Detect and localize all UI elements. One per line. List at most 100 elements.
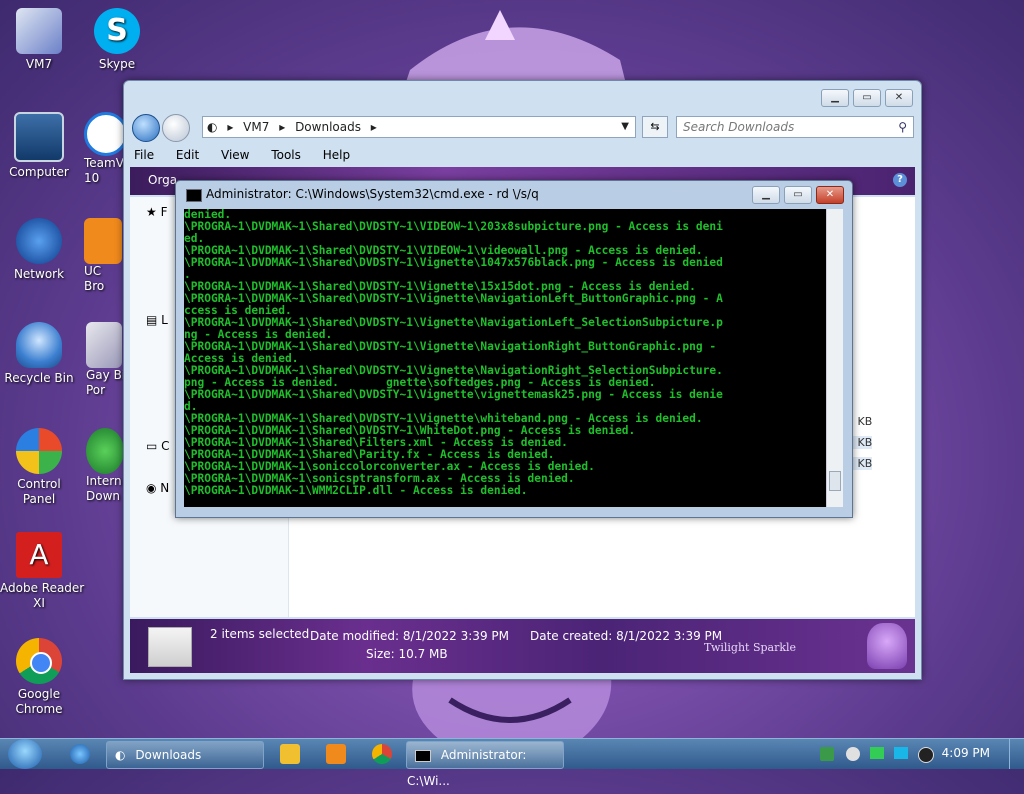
desktop-icon-uc-browser[interactable]: UC Bro <box>84 218 124 294</box>
taskbar-button-downloads[interactable]: ◐ Downloads <box>106 741 264 769</box>
cmd-title: Administrator: C:\Windows\System32\cmd.e… <box>206 187 539 201</box>
taskbar: ◐ Downloads Administrator: C:\Wi... 4:09… <box>0 738 1024 788</box>
adobe-reader-icon: A <box>16 532 62 578</box>
date-modified: Date modified: 8/1/2022 3:39 PM <box>310 629 509 643</box>
organize-button[interactable]: Orga <box>148 173 177 187</box>
close-button[interactable]: ✕ <box>885 89 913 107</box>
size-label: Size: <box>366 647 395 661</box>
desktop-icon-label: Google Chrome <box>15 687 63 716</box>
desktop-icon-label: Gay Bi Por <box>86 368 126 397</box>
scroll-thumb[interactable] <box>829 471 841 491</box>
console-output[interactable]: denied. \PROGRA~1\DVDMAK~1\Shared\DVDSTY~… <box>184 209 826 507</box>
nav-item-label: N <box>160 481 170 495</box>
size-value: 10.7 MB <box>398 647 448 661</box>
menu-view[interactable]: View <box>221 148 249 162</box>
taskbar-button-cmd[interactable]: Administrator: C:\Wi... <box>406 741 564 788</box>
console-line: \PROGRA~1\DVDMAK~1\WMM2CLIP.dll - Access… <box>184 484 528 497</box>
desktop-icon-network[interactable]: Network <box>0 218 78 282</box>
internet-download-icon <box>86 428 124 474</box>
clock[interactable]: 4:09 PM <box>942 746 990 760</box>
scrollbar[interactable] <box>826 209 843 507</box>
nav-item-label: C <box>161 439 170 453</box>
date-created: Date created: 8/1/2022 3:39 PM <box>530 629 722 643</box>
tray-volume-icon[interactable] <box>918 747 934 763</box>
desktop-icon-label: Recycle Bin <box>4 371 74 385</box>
desktop-icon-internet-download[interactable]: Intern Down <box>86 428 126 504</box>
nav-item-libraries[interactable]: ▤ L <box>146 313 168 327</box>
breadcrumb-vm7[interactable]: VM7 <box>243 120 269 134</box>
recycle-bin-icon <box>16 322 62 368</box>
back-button[interactable] <box>132 114 160 142</box>
uc-browser-icon[interactable] <box>326 744 346 764</box>
desktop-icon-folder[interactable]: Gay Bi Por <box>86 322 126 398</box>
desktop-icon-vm7[interactable]: VM7 <box>0 8 78 72</box>
maximize-button[interactable]: ▭ <box>853 89 881 107</box>
menu-edit[interactable]: Edit <box>176 148 199 162</box>
help-icon[interactable]: ? <box>893 173 907 187</box>
desktop-icon-label: Control Panel <box>17 477 61 506</box>
forward-button[interactable] <box>162 114 190 142</box>
details-pane: 2 items selected Date modified: 8/1/2022… <box>130 619 915 673</box>
internet-explorer-icon[interactable] <box>70 744 90 764</box>
tray-network-icon[interactable] <box>820 747 834 761</box>
console-line: \PROGRA~1\DVDMAK~1\Shared\DVDSTY~1\VIDEO… <box>184 220 723 233</box>
show-desktop-button[interactable] <box>1009 739 1024 769</box>
nav-item-favorites[interactable]: ★ F <box>146 205 167 219</box>
media-player-icon[interactable] <box>280 744 300 764</box>
cmd-window[interactable]: Administrator: C:\Windows\System32\cmd.e… <box>175 180 853 518</box>
tray-monitor-icon[interactable] <box>894 747 908 759</box>
console-line: \PROGRA~1\DVDMAK~1\Shared\DVDSTY~1\Vigne… <box>184 256 723 269</box>
breadcrumb-downloads[interactable]: Downloads <box>295 120 361 134</box>
date-created-label: Date created: <box>530 629 613 643</box>
desktop-icon-label: Adobe Reader XI <box>0 581 85 610</box>
nav-item-network[interactable]: ◉ N <box>146 481 169 495</box>
desktop-icon-label: TeamV 10 <box>84 156 124 185</box>
file-size-total: Size: 10.7 MB <box>366 647 448 661</box>
menu-file[interactable]: File <box>134 148 154 162</box>
address-bar[interactable]: ◐ ▸ VM7 ▸ Downloads ▸ ▼ <box>202 116 636 138</box>
brand-text: Twilight Sparkle <box>704 641 797 654</box>
desktop-icon-label: Skype <box>98 57 136 71</box>
desktop-icon-label: Network <box>13 267 65 281</box>
desktop-icon-label: Computer <box>9 165 69 179</box>
skype-icon: S <box>94 8 140 54</box>
vm7-icon <box>16 8 62 54</box>
teamviewer-icon <box>84 112 128 156</box>
date-modified-label: Date modified: <box>310 629 400 643</box>
network-icon <box>16 218 62 264</box>
search-placeholder: Search Downloads <box>683 120 795 134</box>
desktop-icon-adobe-reader[interactable]: A Adobe Reader XI <box>0 532 84 611</box>
desktop-icon-computer[interactable]: Computer <box>0 112 78 180</box>
nav-item-label: L <box>161 313 168 327</box>
desktop-icon-chrome[interactable]: Google Chrome <box>0 638 78 717</box>
tray-action-center-icon[interactable] <box>846 747 860 761</box>
chrome-icon[interactable] <box>372 744 392 764</box>
close-button[interactable]: ✕ <box>816 186 844 204</box>
pony-icon <box>867 623 907 669</box>
maximize-button[interactable]: ▭ <box>784 186 812 204</box>
tray-battery-icon[interactable] <box>870 747 884 759</box>
date-modified-value: 8/1/2022 3:39 PM <box>402 629 509 643</box>
search-icon[interactable]: ⚲ <box>898 117 907 137</box>
nav-item-label: F <box>160 205 168 219</box>
folder-icon: ◐ <box>207 120 218 134</box>
uc-browser-icon <box>84 218 122 264</box>
desktop-icon-skype[interactable]: S Skype <box>78 8 156 72</box>
nav-item-computer[interactable]: ▭ C <box>146 439 170 453</box>
menu-bar: File Edit View Tools Help <box>130 145 915 165</box>
desktop-icon-teamviewer[interactable]: TeamV 10 <box>84 112 128 186</box>
control-panel-icon <box>16 428 62 474</box>
refresh-button[interactable]: ⇆ <box>642 116 668 138</box>
search-input[interactable]: Search Downloads ⚲ <box>676 116 914 138</box>
desktop-icon-recycle-bin[interactable]: Recycle Bin <box>0 322 78 386</box>
menu-help[interactable]: Help <box>323 148 350 162</box>
minimize-button[interactable]: ▁ <box>821 89 849 107</box>
start-button[interactable] <box>8 739 42 769</box>
folder-icon <box>86 322 122 368</box>
chevron-down-icon[interactable]: ▼ <box>621 117 629 137</box>
computer-icon <box>14 112 64 162</box>
minimize-button[interactable]: ▁ <box>752 186 780 204</box>
menu-tools[interactable]: Tools <box>271 148 301 162</box>
desktop-icon-control-panel[interactable]: Control Panel <box>0 428 78 507</box>
console-line: \PROGRA~1\DVDMAK~1\Shared\DVDSTY~1\Vigne… <box>184 388 723 401</box>
